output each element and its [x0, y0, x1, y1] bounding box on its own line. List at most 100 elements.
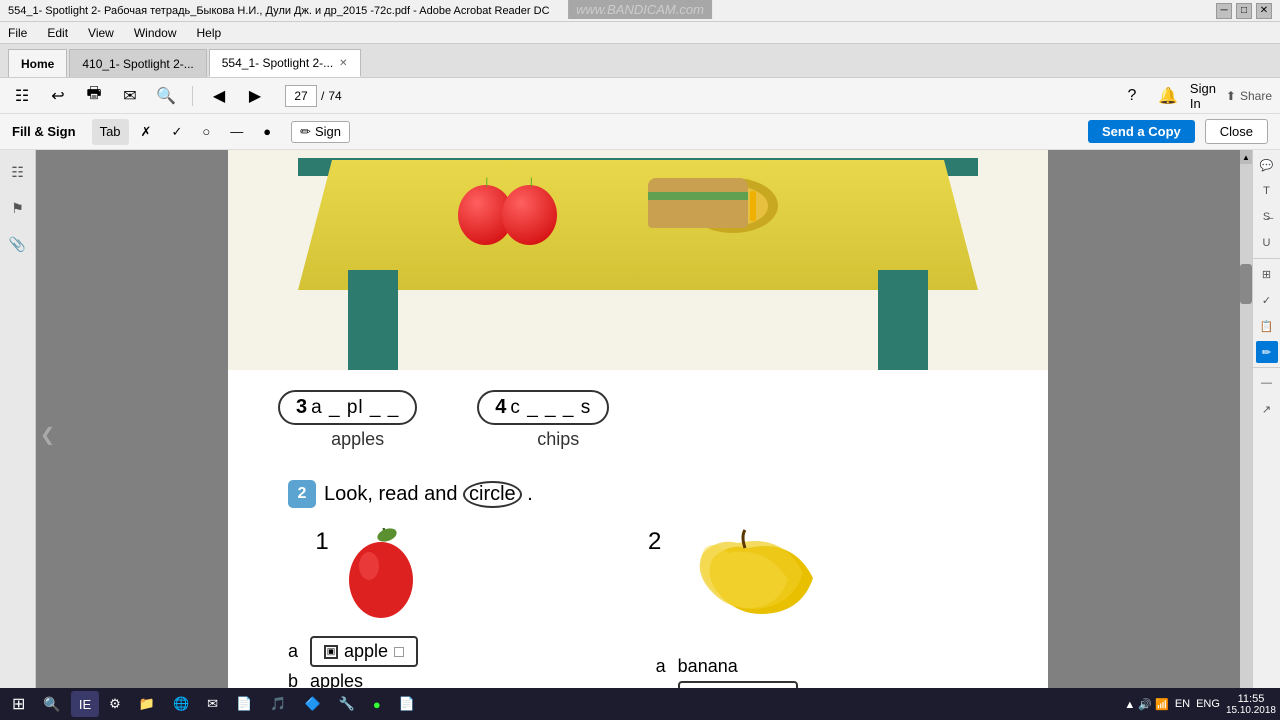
- table-section: [228, 150, 1048, 370]
- prev-page-icon[interactable]: ◀: [205, 82, 233, 110]
- pdf-page: 3 a _ pl _ _ apples 4 c _ _ _ s chips: [228, 150, 1048, 720]
- maximize-button[interactable]: □: [1236, 3, 1252, 19]
- item2: 2: [648, 528, 823, 712]
- tab-spotlight2-label: 554_1- Spotlight 2-...: [222, 56, 333, 70]
- system-tray: ▲ 🔊 📶 EN ENG 11:55 15.10.2018: [1124, 693, 1276, 716]
- send-copy-button[interactable]: Send a Copy: [1088, 120, 1195, 143]
- banana-image: [673, 528, 823, 648]
- settings-button[interactable]: ⚙: [101, 691, 129, 717]
- rp-cursor-icon[interactable]: ↗: [1256, 398, 1278, 420]
- minimize-button[interactable]: ─: [1216, 3, 1232, 19]
- section2-instruction: Look, read and circle .: [324, 481, 533, 508]
- search-button[interactable]: 🔍: [35, 691, 68, 717]
- rp-stamp-icon[interactable]: 📋: [1256, 315, 1278, 337]
- notification-icon[interactable]: 🔔: [1154, 82, 1182, 110]
- check-button[interactable]: ✓: [163, 119, 190, 145]
- window-controls: ─ □ ✕: [1216, 3, 1272, 19]
- menu-bar: File Edit View Window Help: [0, 22, 1280, 44]
- back-icon[interactable]: ↩: [44, 82, 72, 110]
- window-title: 554_1- Spotlight 2- Рабочая тетрадь_Быко…: [8, 5, 1216, 17]
- rp-check-icon[interactable]: ✓: [1256, 289, 1278, 311]
- menu-edit[interactable]: Edit: [43, 24, 72, 42]
- menu-window[interactable]: Window: [130, 24, 181, 42]
- thumbnails-icon[interactable]: ☷: [8, 82, 36, 110]
- rp-minus-icon[interactable]: —: [1256, 372, 1278, 394]
- menu-view[interactable]: View: [84, 24, 118, 42]
- music-button[interactable]: 🎵: [262, 691, 294, 717]
- dash-button[interactable]: —: [222, 119, 251, 145]
- puzzle-item4: 4 c _ _ _ s chips: [477, 390, 609, 450]
- ide-button[interactable]: 🔷: [296, 691, 328, 717]
- item2-option-a: a banana: [656, 656, 816, 677]
- puzzle-box3: 3 a _ pl _ _: [278, 390, 417, 425]
- puzzle-row: 3 a _ pl _ _ apples 4 c _ _ _ s chips: [278, 390, 998, 450]
- files-button[interactable]: 📄: [228, 691, 260, 717]
- menu-file[interactable]: File: [4, 24, 31, 42]
- folder-button[interactable]: 📁: [131, 691, 163, 717]
- apple2: [502, 185, 557, 245]
- rp-grid-icon[interactable]: ⊞: [1256, 263, 1278, 285]
- toolbar-right: ? 🔔 Sign In ⬆ Share: [1118, 82, 1272, 110]
- item2-number: 2: [648, 528, 661, 556]
- search-icon[interactable]: 🔍: [152, 82, 180, 110]
- help-icon[interactable]: ?: [1118, 82, 1146, 110]
- puzzle-word3: a _ pl _ _: [311, 397, 399, 419]
- rp-comment-icon[interactable]: 💬: [1256, 154, 1278, 176]
- print-icon[interactable]: 🖶: [80, 82, 108, 110]
- item1-letter-a: a: [288, 641, 304, 662]
- email-taskbar-button[interactable]: ✉: [199, 691, 226, 717]
- email-icon[interactable]: ✉: [116, 82, 144, 110]
- rp-underline-icon[interactable]: U: [1256, 232, 1278, 254]
- layers-icon[interactable]: ☷: [4, 158, 32, 186]
- circle-word: circle: [463, 481, 522, 508]
- instruction-text: Look, read and: [324, 483, 457, 505]
- scroll-thumb[interactable]: [1240, 264, 1252, 304]
- rp-separator1: [1253, 258, 1280, 259]
- table-leg-left: [348, 270, 398, 370]
- main-area: ☷ ⚑ 📎 ❮: [0, 150, 1280, 720]
- section2-header: 2 Look, read and circle .: [288, 480, 988, 508]
- browser-button[interactable]: 🌐: [165, 691, 197, 717]
- section2-badge: 2: [288, 480, 316, 508]
- vm-button[interactable]: 🔧: [331, 691, 363, 717]
- tab-button[interactable]: Tab: [92, 119, 129, 145]
- cross-button[interactable]: ✗: [133, 119, 160, 145]
- start-button[interactable]: ⊞: [4, 691, 33, 717]
- dot-button[interactable]: ●: [255, 119, 279, 145]
- item1-box-a[interactable]: ▣ apple: [310, 636, 418, 667]
- attachment-icon[interactable]: 📎: [4, 230, 32, 258]
- signin-button[interactable]: Sign In: [1190, 82, 1218, 110]
- rp-strikethrough-icon[interactable]: S̶: [1256, 206, 1278, 228]
- tab-home[interactable]: Home: [8, 49, 67, 77]
- app1-button[interactable]: ●: [365, 691, 389, 717]
- tab-spotlight1[interactable]: 410_1- Spotlight 2-...: [69, 49, 206, 77]
- scroll-up[interactable]: ▲: [1240, 150, 1252, 164]
- circle-button[interactable]: ○: [194, 119, 218, 145]
- page-input[interactable]: 27: [285, 85, 317, 107]
- item1-checkbox-a: ▣: [324, 645, 338, 659]
- rp-pen-icon[interactable]: ✏: [1256, 341, 1278, 363]
- page-separator: /: [321, 89, 324, 103]
- pdf-taskbar-button[interactable]: 📄: [391, 691, 423, 717]
- close-fill-sign-button[interactable]: Close: [1205, 119, 1268, 144]
- sign-button[interactable]: ✏ Sign: [291, 121, 350, 143]
- puzzle-num4: 4: [495, 396, 506, 419]
- time-display: 11:55: [1226, 693, 1276, 705]
- item1-choices: a ▣ apple b apples: [288, 636, 448, 692]
- puzzle-section: 3 a _ pl _ _ apples 4 c _ _ _ s chips: [228, 370, 1048, 470]
- scrollbar[interactable]: ▲ ▼: [1240, 150, 1252, 720]
- tab-spotlight2[interactable]: 554_1- Spotlight 2-... ✕: [209, 49, 361, 77]
- menu-help[interactable]: Help: [193, 24, 226, 42]
- ie-button[interactable]: IE: [71, 691, 99, 717]
- share-button[interactable]: ⬆ Share: [1226, 89, 1272, 103]
- title-bar: 554_1- Spotlight 2- Рабочая тетрадь_Быко…: [0, 0, 1280, 22]
- close-button[interactable]: ✕: [1256, 3, 1272, 19]
- document-area: ❮: [36, 150, 1252, 720]
- bookmark-icon[interactable]: ⚑: [4, 194, 32, 222]
- tray-icons: ▲ 🔊 📶: [1124, 698, 1168, 711]
- rp-highlight-icon[interactable]: T: [1256, 180, 1278, 202]
- puzzle-item3: 3 a _ pl _ _ apples: [278, 390, 417, 450]
- next-page-icon[interactable]: ▶: [241, 82, 269, 110]
- tab-close-icon[interactable]: ✕: [339, 58, 347, 69]
- scroll-left-arrow[interactable]: ❮: [36, 421, 59, 450]
